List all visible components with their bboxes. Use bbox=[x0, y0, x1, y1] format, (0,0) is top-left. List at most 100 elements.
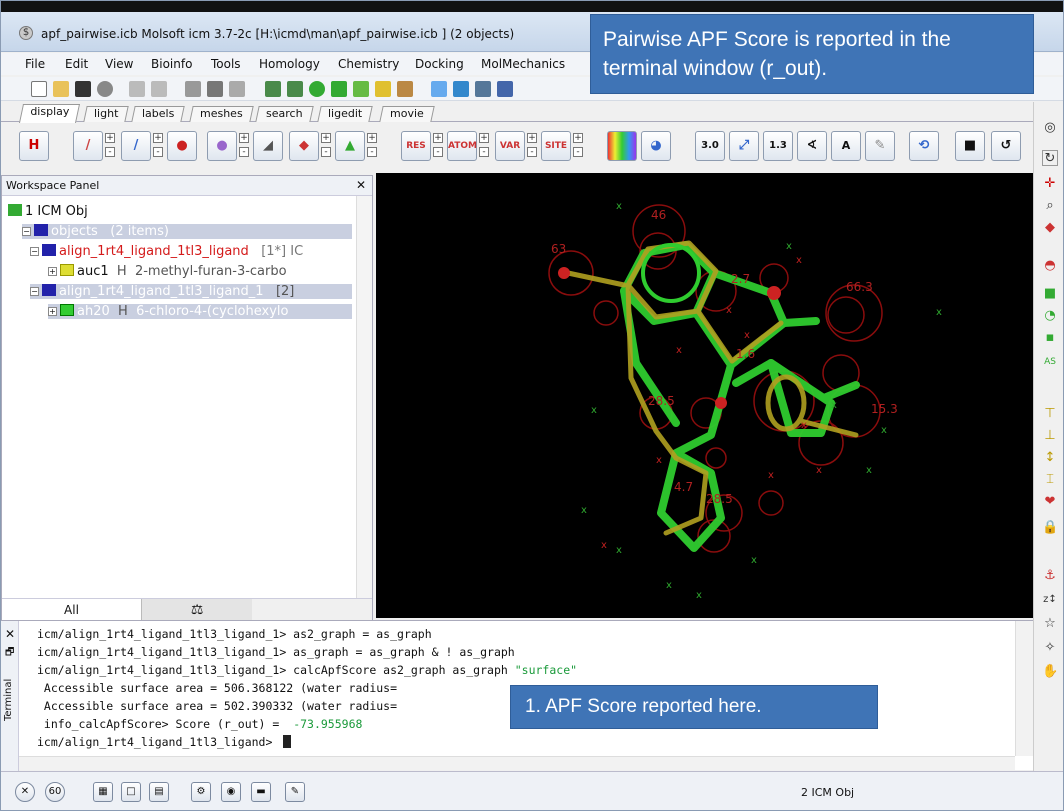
molecule-search-icon[interactable] bbox=[287, 81, 303, 97]
tree-objects[interactable]: − objects (2 items) bbox=[22, 224, 352, 239]
lasso-icon[interactable]: ◔ bbox=[1042, 308, 1058, 324]
star-move-icon[interactable]: ✧ bbox=[1042, 640, 1058, 656]
zoom-icon[interactable]: ⌕ bbox=[1042, 198, 1058, 214]
move-center-icon[interactable]: ⌶ bbox=[1042, 472, 1058, 488]
glasses-icon[interactable] bbox=[475, 81, 491, 97]
workspace-scrollbar[interactable] bbox=[356, 196, 372, 600]
cpk-icon[interactable]: ● bbox=[207, 131, 237, 161]
translate-icon[interactable]: ✛ bbox=[1042, 176, 1058, 192]
menu-edit[interactable]: Edit bbox=[65, 57, 88, 71]
wire-icon[interactable]: / bbox=[73, 131, 103, 161]
car-icon[interactable]: ▬ bbox=[251, 782, 271, 802]
tree-object-1-molecule[interactable]: + auc1 H 2-methyl-furan-3-carbo bbox=[48, 264, 287, 279]
distance-3d-icon[interactable]: 3.0 bbox=[695, 131, 725, 161]
menu-homology[interactable]: Homology bbox=[259, 57, 320, 71]
skin-icon[interactable]: ◆ bbox=[289, 131, 319, 161]
terminal-prompt[interactable]: icm/align_1rt4_ligand_1tl3_ligand> bbox=[37, 735, 292, 749]
stick-icon[interactable]: / bbox=[121, 131, 151, 161]
variable-plus-icon[interactable]: + bbox=[527, 133, 537, 143]
distance-icon[interactable]: 1.3 bbox=[763, 131, 793, 161]
stop-icon[interactable]: ✕ bbox=[15, 782, 35, 802]
collapse-icon[interactable]: − bbox=[30, 287, 39, 296]
clip-icon[interactable]: ◆ bbox=[1042, 220, 1058, 236]
color-wheel-icon[interactable]: ◕ bbox=[641, 131, 671, 161]
surface-plus-icon[interactable]: + bbox=[367, 133, 377, 143]
target-icon[interactable]: ◎ bbox=[1042, 120, 1058, 136]
variable-minus-icon[interactable]: - bbox=[527, 147, 537, 157]
menu-chemistry[interactable]: Chemistry bbox=[338, 57, 399, 71]
binoculars-icon[interactable] bbox=[207, 81, 223, 97]
z-sort-icon[interactable]: z↕ bbox=[1042, 592, 1058, 608]
settings-icon[interactable] bbox=[97, 81, 113, 97]
move-bottom-icon[interactable]: ⊥ bbox=[1042, 428, 1058, 444]
open-folder-icon[interactable] bbox=[53, 81, 69, 97]
atom-minus-icon[interactable]: - bbox=[479, 147, 489, 157]
stick-plus-icon[interactable]: + bbox=[153, 133, 163, 143]
new-file-icon[interactable] bbox=[31, 81, 47, 97]
menu-tools[interactable]: Tools bbox=[211, 57, 241, 71]
pdb-icon[interactable] bbox=[185, 81, 201, 97]
hand-icon[interactable]: ✋ bbox=[1042, 664, 1058, 680]
selection-icon[interactable]: ◓ bbox=[1042, 258, 1058, 274]
lock-icon[interactable]: 🔒 bbox=[1042, 520, 1058, 536]
skin-minus-icon[interactable]: - bbox=[321, 147, 331, 157]
undo-icon[interactable] bbox=[129, 81, 145, 97]
menu-docking[interactable]: Docking bbox=[415, 57, 464, 71]
camera-icon[interactable]: ◉ bbox=[221, 782, 241, 802]
tree-object-2-molecule[interactable]: + ah20 H 6-chloro-4-(cyclohexylo bbox=[48, 304, 352, 319]
save-icon[interactable] bbox=[75, 81, 91, 97]
surface-minus-icon[interactable]: - bbox=[367, 147, 377, 157]
grid-icon[interactable] bbox=[397, 81, 413, 97]
timer-icon[interactable]: 60 bbox=[45, 782, 65, 802]
site-minus-icon[interactable]: - bbox=[573, 147, 583, 157]
torsion-icon[interactable]: A bbox=[831, 131, 861, 161]
residue-plus-icon[interactable]: + bbox=[433, 133, 443, 143]
skin-plus-icon[interactable]: + bbox=[321, 133, 331, 143]
tab-light[interactable]: light bbox=[83, 106, 130, 122]
collapse-icon[interactable]: − bbox=[22, 227, 31, 236]
stereo-icon[interactable] bbox=[453, 81, 469, 97]
close-icon[interactable]: ✕ bbox=[5, 627, 15, 641]
redo-icon[interactable] bbox=[151, 81, 167, 97]
menu-bioinfo[interactable]: Bioinfo bbox=[151, 57, 192, 71]
tools-icon[interactable]: ✎ bbox=[285, 782, 305, 802]
tree-root[interactable]: 1 ICM Obj bbox=[8, 204, 88, 219]
surface-icon[interactable]: ▲ bbox=[335, 131, 365, 161]
cpk-plus-icon[interactable]: + bbox=[239, 133, 249, 143]
erase-measure-icon[interactable]: ✎ bbox=[865, 131, 895, 161]
tab-meshes[interactable]: meshes bbox=[189, 106, 254, 122]
lightning-icon[interactable] bbox=[375, 81, 391, 97]
anchor-icon[interactable]: ⚓ bbox=[1042, 568, 1058, 584]
workspace-toggle-icon[interactable]: ▦ bbox=[93, 782, 113, 802]
residue-minus-icon[interactable]: - bbox=[433, 147, 443, 157]
ribbon-icon[interactable]: ◢ bbox=[253, 131, 283, 161]
tab-all[interactable]: All bbox=[2, 599, 142, 622]
sequence-icon[interactable] bbox=[229, 81, 245, 97]
fragment-icon[interactable] bbox=[331, 81, 347, 97]
site-label-icon[interactable]: SITE bbox=[541, 131, 571, 161]
atom-plus-icon[interactable]: + bbox=[479, 133, 489, 143]
tree-object-1[interactable]: − align_1rt4_ligand_1tl3_ligand [1*] IC bbox=[30, 244, 303, 259]
terminal-vertical-scrollbar[interactable] bbox=[1015, 621, 1033, 756]
menu-molmechanics[interactable]: MolMechanics bbox=[481, 57, 565, 71]
color-palette-icon[interactable] bbox=[607, 131, 637, 161]
undo-view-icon[interactable]: ↺ bbox=[991, 131, 1021, 161]
reset-view-icon[interactable]: ⟲ bbox=[909, 131, 939, 161]
wire-minus-icon[interactable]: - bbox=[105, 147, 115, 157]
star-icon[interactable]: ☆ bbox=[1042, 616, 1058, 632]
terminal-horizontal-scrollbar[interactable] bbox=[19, 756, 1015, 770]
r-group-icon[interactable] bbox=[309, 81, 325, 97]
move-top-icon[interactable]: ⊤ bbox=[1042, 406, 1058, 422]
menu-file[interactable]: File bbox=[25, 57, 45, 71]
variable-label-icon[interactable]: VAR bbox=[495, 131, 525, 161]
atom-label-icon[interactable]: ATOM bbox=[447, 131, 477, 161]
ball-icon[interactable]: ● bbox=[167, 131, 197, 161]
wire-plus-icon[interactable]: + bbox=[105, 133, 115, 143]
close-icon[interactable]: ✕ bbox=[356, 178, 366, 192]
tab-other[interactable]: ⚖ bbox=[142, 599, 252, 622]
menu-view[interactable]: View bbox=[105, 57, 133, 71]
tab-display[interactable]: display bbox=[18, 104, 81, 123]
settings-icon[interactable]: ⚙ bbox=[191, 782, 211, 802]
cpk-minus-icon[interactable]: - bbox=[239, 147, 249, 157]
molecule-icon[interactable] bbox=[265, 81, 281, 97]
